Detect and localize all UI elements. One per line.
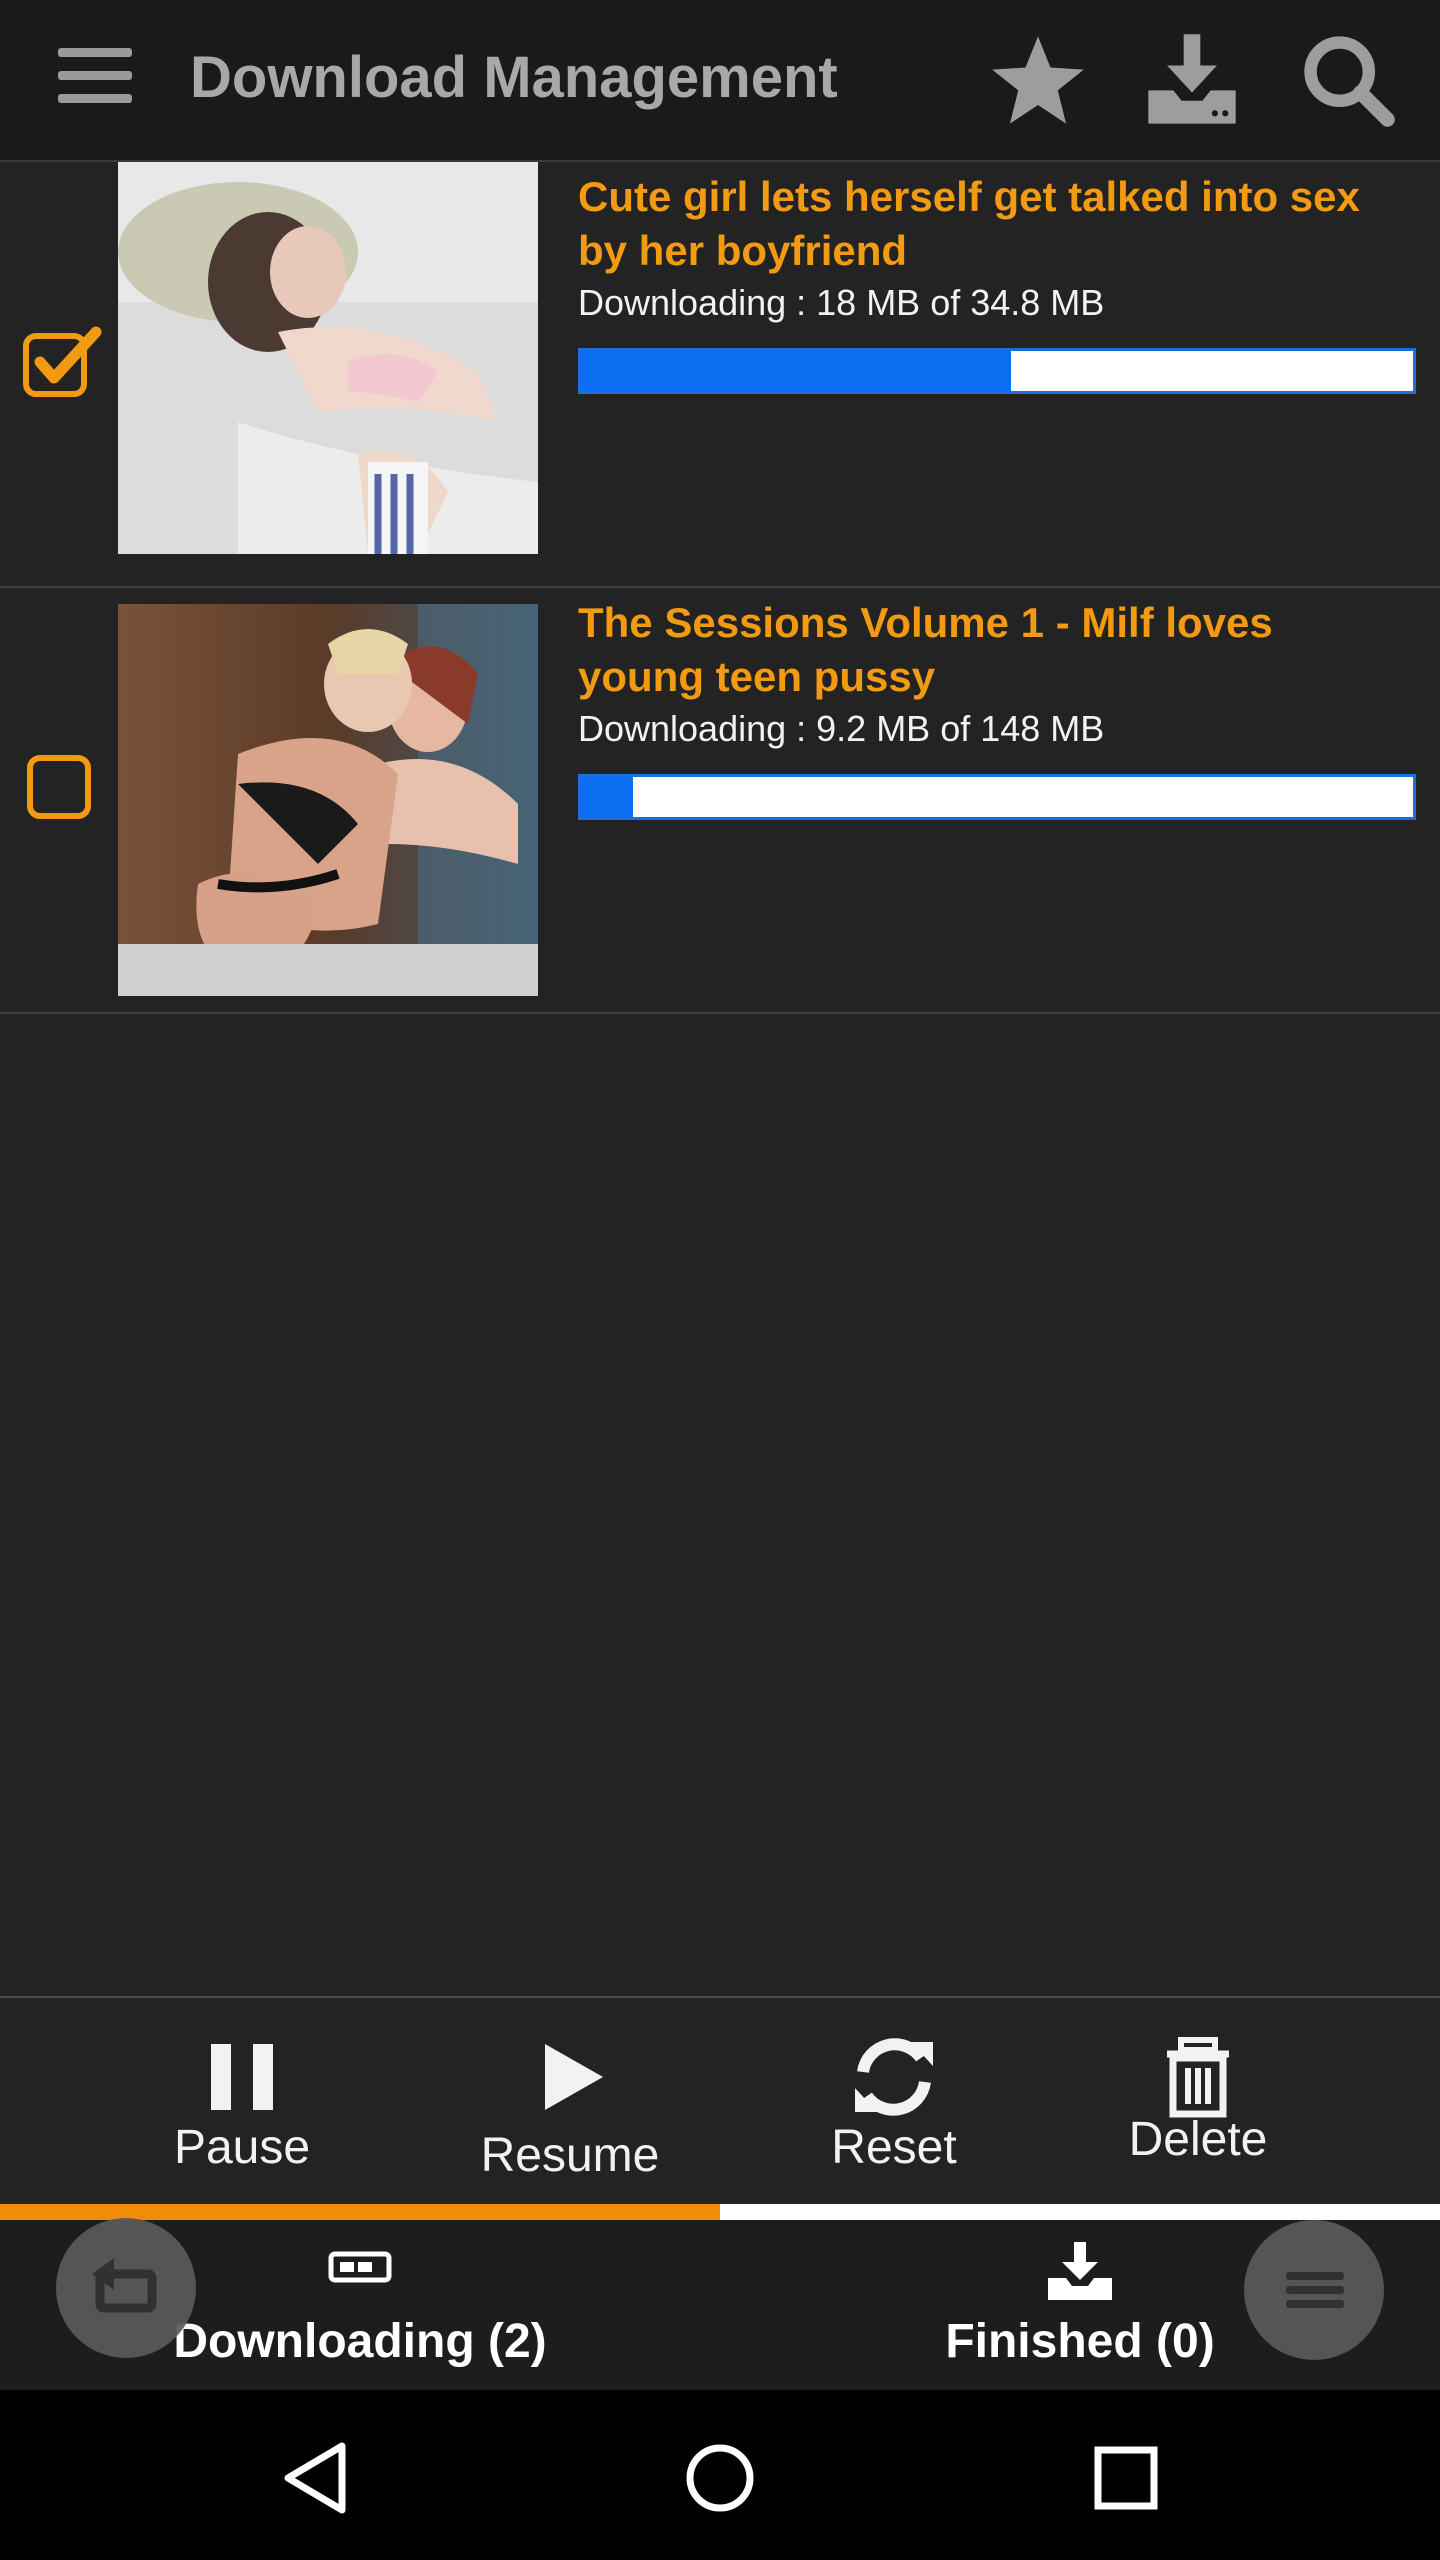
downloading-icon (328, 2248, 392, 2293)
hamburger-menu-icon[interactable] (58, 48, 138, 112)
star-icon[interactable] (986, 28, 1090, 132)
pause-button[interactable]: Pause (122, 1998, 362, 2206)
video-thumbnail[interactable] (118, 162, 538, 554)
page-title: Download Management (190, 45, 838, 110)
list-menu-icon (1286, 2272, 1344, 2308)
list-item[interactable]: The Sessions Volume 1 - Milf loves young… (0, 588, 1440, 1014)
refresh-icon (849, 2032, 939, 2122)
checkbox-unchecked-icon[interactable] (22, 748, 98, 824)
download-title[interactable]: Cute girl lets herself get talked into s… (578, 170, 1408, 278)
delete-label: Delete (1128, 2113, 1268, 2166)
download-status: Downloading : 9.2 MB of 148 MB (578, 708, 1105, 749)
tab-indicator-track (720, 2204, 1440, 2220)
search-icon[interactable] (1296, 28, 1400, 132)
download-finished-icon (1044, 2240, 1116, 2309)
download-title[interactable]: The Sessions Volume 1 - Milf loves young… (578, 596, 1408, 704)
progress-fill (581, 351, 1012, 391)
resume-label: Resume (480, 2129, 660, 2182)
pause-label: Pause (173, 2121, 311, 2174)
reset-button[interactable]: Reset (774, 1998, 1014, 2206)
menu-fab[interactable] (1244, 2220, 1384, 2360)
system-nav-bar (0, 2390, 1440, 2560)
back-icon[interactable] (270, 2430, 366, 2526)
reset-label: Reset (831, 2121, 957, 2174)
download-tray-icon[interactable] (1140, 28, 1244, 132)
download-list: Cute girl lets herself get talked into s… (0, 162, 1440, 1014)
download-status: Downloading : 18 MB of 34.8 MB (578, 282, 1105, 323)
back-fab[interactable] (56, 2218, 196, 2358)
progress-bar (578, 774, 1416, 820)
list-item[interactable]: Cute girl lets herself get talked into s… (0, 162, 1440, 588)
pause-icon (197, 2032, 287, 2122)
recents-icon[interactable] (1078, 2430, 1174, 2526)
delete-button[interactable]: Delete (1078, 1998, 1318, 2206)
resume-button[interactable]: Resume (450, 1998, 690, 2206)
action-toolbar: Pause Resume Reset Delete (0, 1996, 1440, 2206)
checkbox-checked-icon[interactable] (22, 322, 102, 398)
tab-bar: Downloading (2) Finished (0) (0, 2204, 1440, 2390)
app-bar: Download Management (0, 0, 1440, 162)
home-icon[interactable] (672, 2430, 768, 2526)
undo-arrow-icon (92, 2258, 157, 2313)
trash-icon (1153, 2032, 1243, 2122)
progress-fill (581, 777, 633, 817)
play-icon (525, 2032, 615, 2122)
video-thumbnail[interactable] (118, 604, 538, 996)
progress-bar (578, 348, 1416, 394)
